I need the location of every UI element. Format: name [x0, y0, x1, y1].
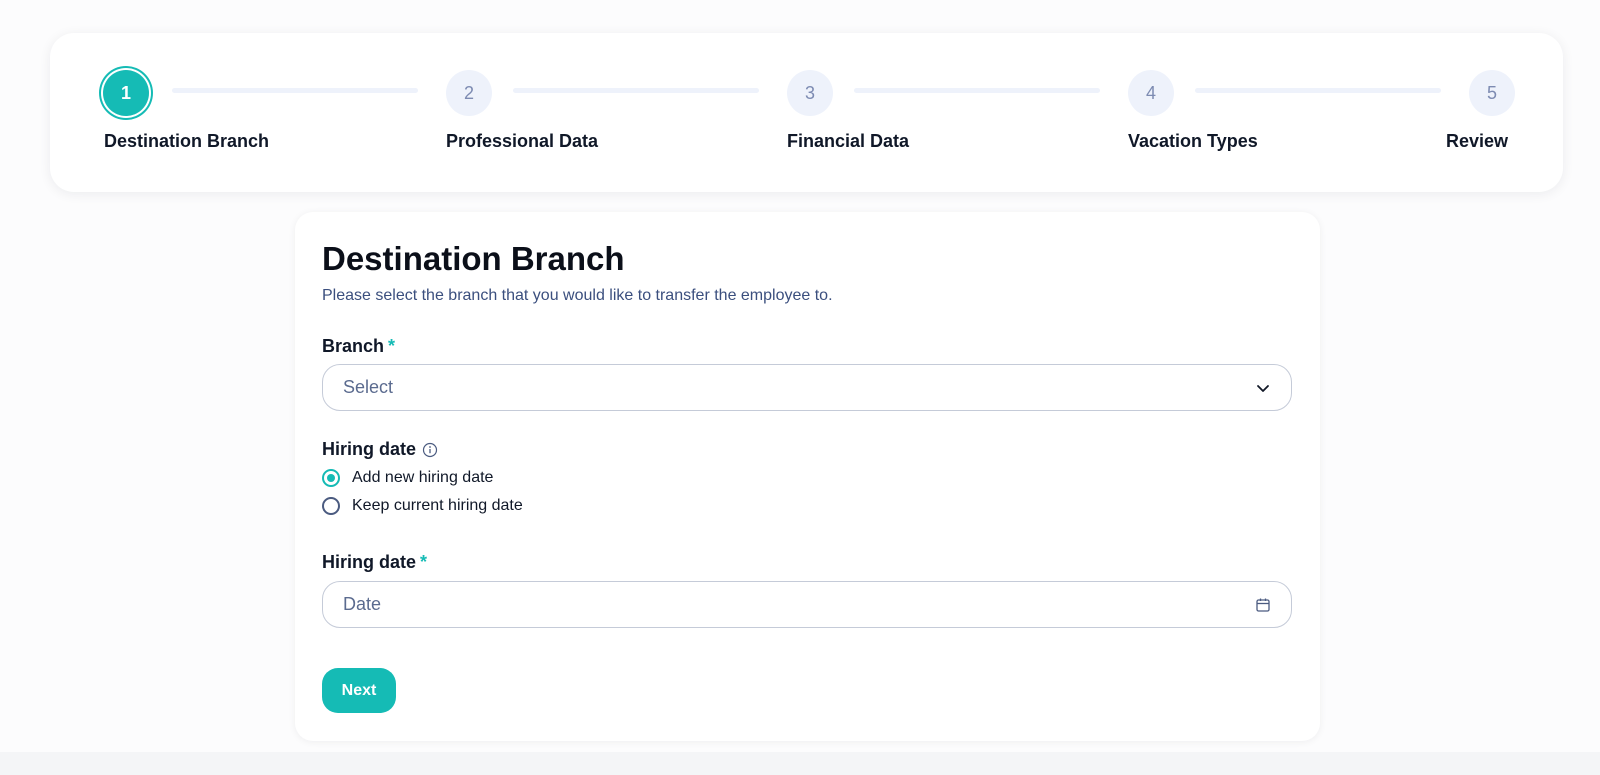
step-connector — [172, 88, 418, 93]
step-1-circle[interactable]: 1 — [103, 70, 149, 116]
required-asterisk: * — [388, 336, 396, 356]
step-number: 3 — [804, 82, 815, 103]
branch-label-text: Branch — [322, 336, 385, 356]
hiring-date-label-text: Hiring date — [322, 552, 417, 572]
step-number: 5 — [1486, 82, 1497, 103]
required-asterisk: * — [420, 552, 428, 572]
radio-label: Keep current hiring date — [352, 497, 523, 514]
hiring-date-option-label: Hiring date — [322, 439, 438, 460]
calendar-icon[interactable] — [1255, 597, 1271, 613]
radio-button[interactable] — [322, 497, 340, 515]
step-number: 4 — [1145, 82, 1156, 103]
step-4-circle[interactable]: 4 — [1128, 70, 1174, 116]
info-icon[interactable] — [422, 442, 438, 458]
step-1-label: Destination Branch — [104, 131, 270, 151]
hiring-date-input[interactable]: Date — [322, 581, 1292, 628]
branch-select-value: Select — [343, 377, 394, 397]
branch-label: Branch * — [322, 336, 395, 357]
step-2-label: Professional Data — [446, 131, 599, 151]
radio-label: Add new hiring date — [352, 469, 494, 486]
chevron-down-icon — [1255, 380, 1271, 396]
next-button[interactable]: Next — [322, 668, 396, 713]
step-5-label: Review — [1446, 131, 1509, 151]
step-number: 1 — [120, 82, 131, 103]
hiring-date-placeholder: Date — [343, 594, 382, 614]
step-connector — [854, 88, 1100, 93]
hiring-date-label: Hiring date * — [322, 552, 427, 573]
step-number: 2 — [463, 82, 474, 103]
page-subtitle: Please select the branch that you would … — [322, 287, 833, 304]
step-connector — [513, 88, 759, 93]
radio-add-new-hiring-date[interactable]: Add new hiring date — [322, 469, 493, 487]
step-3-label: Financial Data — [787, 131, 910, 151]
page-title: Destination Branch — [322, 240, 625, 277]
step-2-circle[interactable]: 2 — [446, 70, 492, 116]
step-3-circle[interactable]: 3 — [787, 70, 833, 116]
destination-branch-form: Destination Branch Please select the bra… — [295, 212, 1320, 741]
step-5-circle[interactable]: 5 — [1469, 70, 1515, 116]
step-connector — [1195, 88, 1441, 93]
stepper: 1 2 3 4 5 Destination Branch Professiona… — [50, 33, 1563, 192]
hiring-date-option-label-text: Hiring date — [322, 439, 417, 459]
step-4-label: Vacation Types — [1128, 131, 1258, 151]
radio-button-checked[interactable] — [322, 469, 340, 487]
branch-select[interactable]: Select — [322, 364, 1292, 411]
page-footer-band — [0, 752, 1600, 775]
radio-keep-current-hiring-date[interactable]: Keep current hiring date — [322, 497, 523, 515]
